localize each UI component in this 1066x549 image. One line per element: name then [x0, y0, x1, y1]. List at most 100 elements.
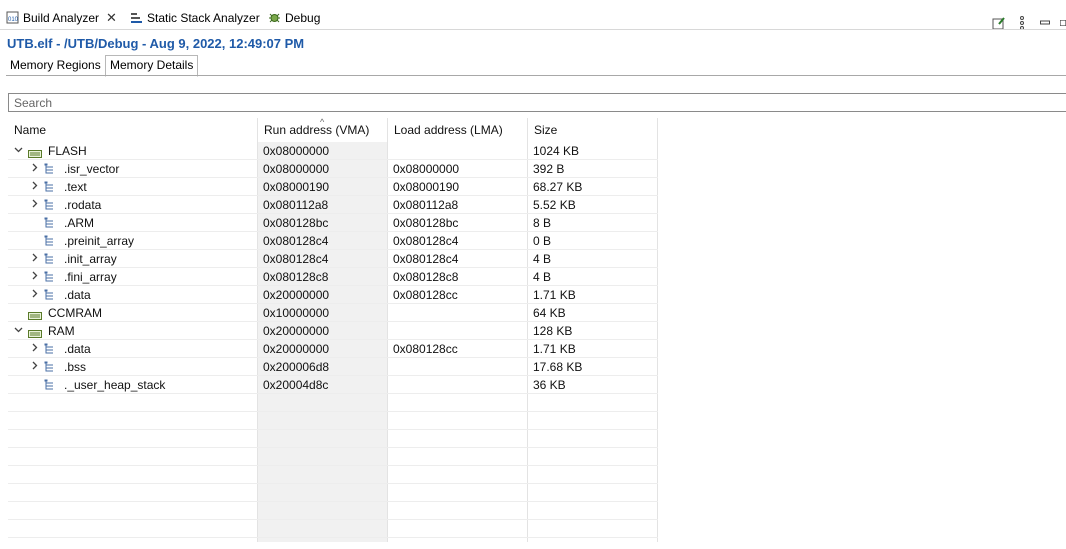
cell-vma: 0x20000000 [263, 342, 330, 356]
column-header-vma[interactable]: Run address (VMA) [264, 123, 369, 137]
empty-row [8, 484, 658, 502]
table-row-section[interactable]: .isr_vector 0x08000000 0x08000000 392 B [8, 160, 658, 178]
tab-label: Debug [285, 10, 321, 25]
tab-static-stack-analyzer[interactable]: Static Stack Analyzer [130, 6, 260, 29]
cell-vma: 0x20000000 [263, 288, 330, 302]
cell-vma: 0x080128c4 [263, 234, 329, 248]
table-row-section[interactable]: .bss 0x200006d8 17.68 KB [8, 358, 658, 376]
chevron-right-icon[interactable] [28, 160, 40, 178]
cell-size: 17.68 KB [533, 360, 583, 374]
memory-region-icon [28, 309, 42, 320]
cell-name: .data [64, 288, 91, 302]
chevron-right-icon[interactable] [28, 196, 40, 214]
chevron-down-icon[interactable] [12, 322, 24, 340]
chevron-down-icon[interactable] [12, 142, 24, 160]
chevron-right-icon[interactable] [28, 340, 40, 358]
cell-name: .rodata [64, 198, 102, 212]
cell-name: .fini_array [64, 270, 117, 284]
build-analyzer-icon: 010 [6, 11, 19, 24]
cell-vma: 0x080128bc [263, 216, 329, 230]
cell-name: .ARM [64, 216, 94, 230]
empty-row [8, 448, 658, 466]
table-row-section[interactable]: .ARM 0x080128bc 0x080128bc 8 B [8, 214, 658, 232]
cell-size: 0 B [533, 234, 552, 248]
svg-text:010: 010 [8, 17, 19, 23]
cell-vma: 0x08000000 [263, 162, 330, 176]
cell-vma: 0x20004d8c [263, 378, 329, 392]
cell-lma: 0x080112a8 [393, 198, 459, 212]
table-row-section[interactable]: .init_array 0x080128c4 0x080128c4 4 B [8, 250, 658, 268]
chevron-right-icon[interactable] [28, 286, 40, 304]
chevron-right-icon[interactable] [28, 358, 40, 376]
cell-lma: 0x08000190 [393, 180, 460, 194]
empty-row [8, 502, 658, 520]
search-input[interactable] [8, 93, 1066, 112]
cell-name: ._user_heap_stack [64, 378, 166, 392]
section-icon [44, 253, 55, 265]
tab-memory-regions[interactable]: Memory Regions [6, 56, 105, 75]
bug-icon [268, 11, 281, 24]
cell-name: .init_array [64, 252, 117, 266]
cell-name: CCMRAM [48, 306, 102, 320]
cell-size: 68.27 KB [533, 180, 583, 194]
tab-build-analyzer[interactable]: 010 Build Analyzer ✕ [6, 6, 117, 29]
cell-size: 64 KB [533, 306, 566, 320]
close-icon[interactable]: ✕ [106, 11, 117, 24]
memory-region-icon [28, 327, 42, 338]
section-icon [44, 199, 55, 211]
table-row-section[interactable]: .data 0x20000000 0x080128cc 1.71 KB [8, 286, 658, 304]
cell-size: 128 KB [533, 324, 573, 338]
cell-lma: 0x08000000 [393, 162, 460, 176]
column-header-size[interactable]: Size [534, 123, 557, 137]
table-row-region[interactable]: CCMRAM 0x10000000 64 KB [8, 304, 658, 322]
chevron-right-icon[interactable] [28, 250, 40, 268]
table-row-section[interactable]: ._user_heap_stack 0x20004d8c 36 KB [8, 376, 658, 394]
section-icon [44, 361, 55, 373]
stack-analyzer-icon [130, 11, 143, 24]
table-row-section[interactable]: .fini_array 0x080128c8 0x080128c8 4 B [8, 268, 658, 286]
cell-name: .preinit_array [64, 234, 135, 248]
cell-size: 1.71 KB [533, 288, 576, 302]
column-header-lma[interactable]: Load address (LMA) [394, 123, 503, 137]
table-row-section[interactable]: .preinit_array 0x080128c4 0x080128c4 0 B [8, 232, 658, 250]
section-icon [44, 343, 55, 355]
table-row-section[interactable]: .rodata 0x080112a8 0x080112a8 5.52 KB [8, 196, 658, 214]
memory-details-table: Name Run address (VMA) ^ Load address (L… [8, 117, 1066, 549]
tab-memory-details[interactable]: Memory Details [105, 55, 199, 77]
memory-region-icon [28, 147, 42, 158]
cell-size: 8 B [533, 216, 552, 230]
table-row-section[interactable]: .text 0x08000190 0x08000190 68.27 KB [8, 178, 658, 196]
cell-size: 1.71 KB [533, 342, 576, 356]
chevron-right-icon[interactable] [28, 178, 40, 196]
cell-lma: 0x080128c8 [393, 270, 459, 284]
cell-vma: 0x08000000 [263, 144, 330, 158]
column-header-name[interactable]: Name [14, 123, 46, 137]
cell-lma: 0x080128c4 [393, 252, 459, 266]
tab-divider [0, 29, 1066, 30]
section-icon [44, 181, 55, 193]
section-icon [44, 271, 55, 283]
cell-size: 5.52 KB [533, 198, 576, 212]
section-icon [44, 235, 55, 247]
section-icon [44, 217, 55, 229]
table-row-region[interactable]: RAM 0x20000000 128 KB [8, 322, 658, 340]
cell-vma: 0x080128c4 [263, 252, 329, 266]
cell-lma: 0x080128cc [393, 342, 458, 356]
tab-debug[interactable]: Debug [268, 6, 320, 29]
sort-ascending-icon: ^ [320, 117, 325, 127]
empty-row [8, 466, 658, 484]
empty-row [8, 394, 658, 412]
table-row-section[interactable]: .data 0x20000000 0x080128cc 1.71 KB [8, 340, 658, 358]
cell-vma: 0x08000190 [263, 180, 330, 194]
view-tab-bar: 010 Build Analyzer ✕ Static Stack Analyz… [0, 6, 1066, 30]
cell-vma: 0x20000000 [263, 324, 330, 338]
chevron-right-icon[interactable] [28, 268, 40, 286]
table-row-region[interactable]: FLASH 0x08000000 1024 KB [8, 142, 658, 160]
cell-vma: 0x080112a8 [263, 198, 329, 212]
cell-name: .text [64, 180, 87, 194]
cell-name: .isr_vector [64, 162, 120, 176]
cell-size: 1024 KB [533, 144, 580, 158]
cell-size: 4 B [533, 252, 552, 266]
section-icon [44, 163, 55, 175]
empty-row [8, 430, 658, 448]
